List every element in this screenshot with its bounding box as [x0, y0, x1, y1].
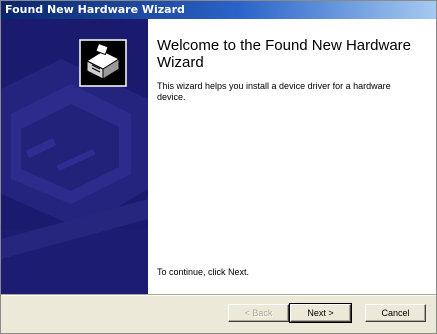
button-separator	[1, 294, 436, 296]
continue-instruction: To continue, click Next.	[157, 267, 250, 277]
wizard-window: Found New Hardware Wizard Welcome to the…	[0, 0, 437, 334]
wizard-description: This wizard helps you install a device d…	[157, 81, 391, 102]
back-button[interactable]: < Back	[228, 304, 289, 322]
cancel-button[interactable]: Cancel	[365, 304, 426, 322]
hardware-device-icon	[79, 39, 127, 87]
title-bar[interactable]: Found New Hardware Wizard	[1, 1, 436, 19]
wizard-panel: Welcome to the Found New Hardware Wizard…	[1, 19, 436, 294]
next-button[interactable]: Next >	[289, 303, 352, 323]
welcome-heading: Welcome to the Found New Hardware Wizard	[157, 37, 412, 71]
window-title: Found New Hardware Wizard	[5, 3, 185, 16]
wizard-content: Welcome to the Found New Hardware Wizard…	[157, 19, 427, 294]
wizard-sidebar	[1, 19, 148, 294]
